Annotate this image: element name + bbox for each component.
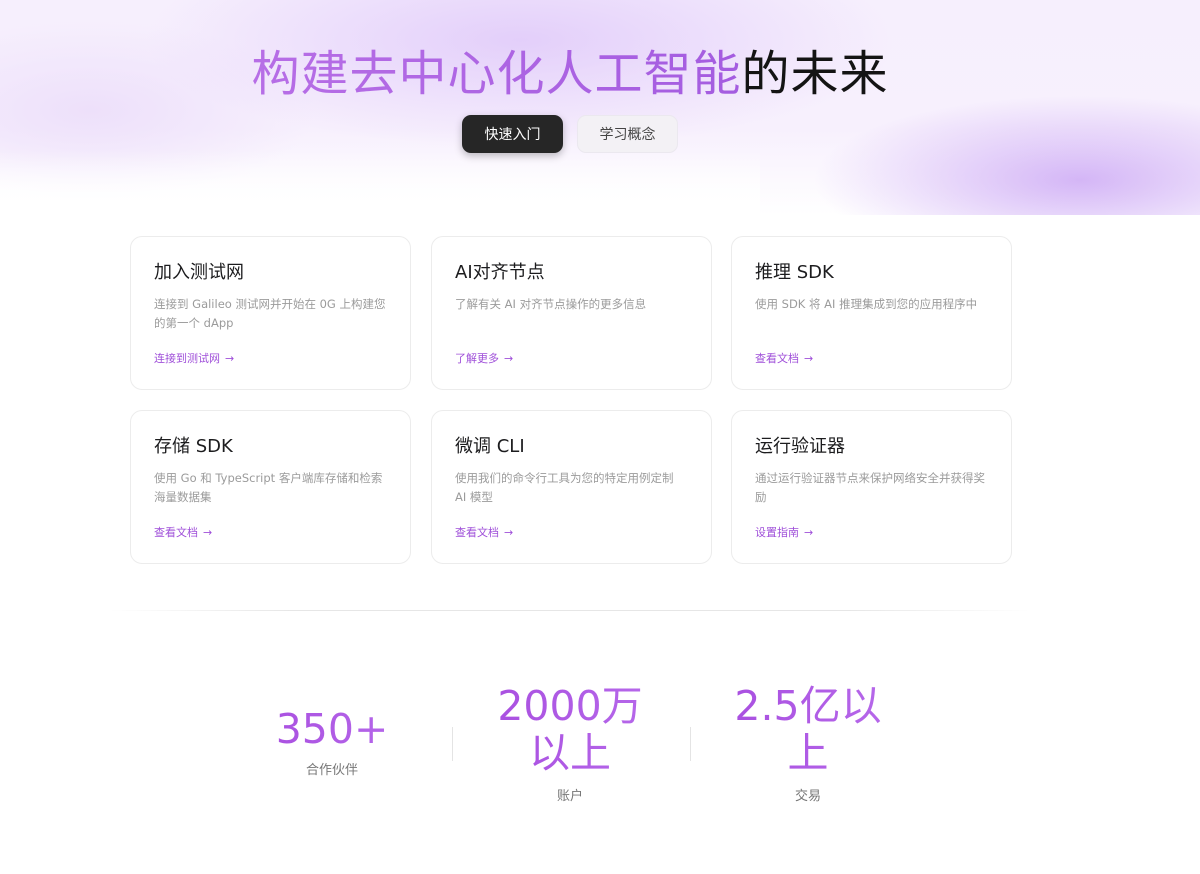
section-divider: [110, 610, 1030, 611]
card-link-label: 查看文档: [755, 352, 799, 365]
card-link[interactable]: 查看文档 →: [755, 350, 813, 366]
page: 构建去中心化人工智能的未来 快速入门 学习概念 加入测试网 连接到 Galile…: [0, 0, 1200, 874]
card-title: 运行验证器: [755, 436, 845, 457]
card-title: 推理 SDK: [755, 262, 834, 283]
stat-value: 2000万 以上: [490, 683, 650, 777]
card-description-line: 使用 SDK 将 AI 推理集成到您的应用程序中: [755, 297, 978, 311]
hero-title-highlight: 构建去中心化人工智能: [251, 46, 742, 102]
card-link-label: 了解更多: [455, 352, 499, 365]
card-join-testnet[interactable]: 加入测试网 连接到 Galileo 测试网并开始在 0G 上构建您 的第一个 d…: [130, 236, 411, 390]
card-title: 存储 SDK: [154, 436, 233, 457]
card-title: 加入测试网: [154, 262, 244, 283]
card-description-line: AI 模型: [455, 490, 493, 504]
card-description-line: 海量数据集: [154, 490, 212, 504]
stat-label: 交易: [794, 789, 821, 804]
stat-label: 账户: [556, 789, 583, 804]
hero-button-row: 快速入门 学习概念: [462, 115, 678, 153]
stat-value: 2.5亿以 上: [728, 683, 888, 777]
stat-separator: [452, 727, 453, 761]
hero-title-rest: 的未来: [741, 46, 889, 102]
card-description-line: 了解有关 AI 对齐节点操作的更多信息: [455, 297, 647, 311]
card-link[interactable]: 了解更多 →: [455, 350, 513, 366]
stat-label: 合作伙伴: [305, 763, 358, 778]
quick-start-button[interactable]: 快速入门: [462, 115, 563, 153]
stat-value-line: 以上: [529, 729, 611, 777]
card-inference-sdk[interactable]: 推理 SDK 使用 SDK 将 AI 推理集成到您的应用程序中 查看文档 →: [731, 236, 1012, 390]
stat-value: 350+: [262, 706, 402, 753]
learn-concepts-button[interactable]: 学习概念: [577, 115, 678, 153]
card-link[interactable]: 查看文档 →: [455, 524, 513, 540]
card-description: 通过运行验证器节点来保护网络安全并获得奖 励: [755, 469, 989, 507]
arrow-right-icon: →: [225, 352, 235, 365]
card-ai-alignment-node[interactable]: AI对齐节点 了解有关 AI 对齐节点操作的更多信息 了解更多 →: [431, 236, 712, 390]
stat-partners: 350+ 合作伙伴: [262, 706, 402, 778]
arrow-right-icon: →: [804, 526, 814, 539]
card-link[interactable]: 设置指南 →: [755, 524, 813, 540]
card-title: AI对齐节点: [455, 262, 545, 283]
card-description-line: 励: [755, 490, 767, 504]
card-description: 了解有关 AI 对齐节点操作的更多信息: [455, 295, 689, 333]
stat-value-line: 上: [787, 729, 829, 777]
card-description-line: 的第一个 dApp: [154, 316, 234, 330]
card-description: 使用 Go 和 TypeScript 客户端库存储和检索 海量数据集: [154, 469, 388, 507]
card-link-label: 设置指南: [755, 526, 799, 539]
hero-fade: [0, 150, 760, 220]
card-description-line: 通过运行验证器节点来保护网络安全并获得奖: [755, 471, 985, 485]
hero-title: 构建去中心化人工智能的未来: [0, 42, 1140, 106]
arrow-right-icon: →: [504, 526, 514, 539]
stat-value-line: 350+: [275, 705, 389, 753]
card-description: 使用 SDK 将 AI 推理集成到您的应用程序中: [755, 295, 989, 333]
card-description: 使用我们的命令行工具为您的特定用例定制 AI 模型: [455, 469, 689, 507]
arrow-right-icon: →: [203, 526, 213, 539]
arrow-right-icon: →: [504, 352, 514, 365]
card-description-line: 使用 Go 和 TypeScript 客户端库存储和检索: [154, 471, 383, 485]
card-storage-sdk[interactable]: 存储 SDK 使用 Go 和 TypeScript 客户端库存储和检索 海量数据…: [130, 410, 411, 564]
card-link-label: 连接到测试网: [154, 352, 220, 365]
card-title: 微调 CLI: [455, 436, 525, 457]
card-description-line: 使用我们的命令行工具为您的特定用例定制: [455, 471, 674, 485]
card-link[interactable]: 查看文档 →: [154, 524, 212, 540]
arrow-right-icon: →: [804, 352, 814, 365]
card-fine-tuning-cli[interactable]: 微调 CLI 使用我们的命令行工具为您的特定用例定制 AI 模型 查看文档 →: [431, 410, 712, 564]
card-run-validator[interactable]: 运行验证器 通过运行验证器节点来保护网络安全并获得奖 励 设置指南 →: [731, 410, 1012, 564]
card-description: 连接到 Galileo 测试网并开始在 0G 上构建您 的第一个 dApp: [154, 295, 388, 333]
stat-value-line: 2000万: [497, 682, 643, 730]
stat-value-line: 2.5亿以: [734, 682, 882, 730]
card-link[interactable]: 连接到测试网 →: [154, 350, 234, 366]
stat-separator: [690, 727, 691, 761]
card-link-label: 查看文档: [154, 526, 198, 539]
card-link-label: 查看文档: [455, 526, 499, 539]
stat-accounts: 2000万 以上 账户: [490, 683, 650, 804]
card-description-line: 连接到 Galileo 测试网并开始在 0G 上构建您: [154, 297, 386, 311]
stat-transactions: 2.5亿以 上 交易: [728, 683, 888, 804]
